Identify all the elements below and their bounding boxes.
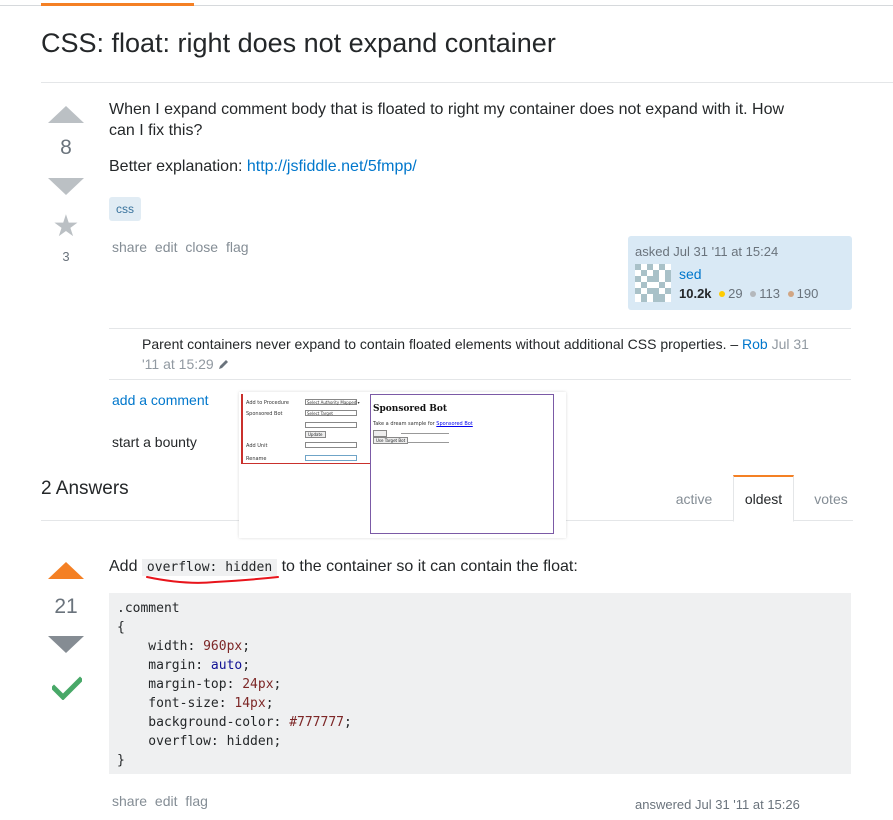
comment-bottom-divider [109,379,851,380]
comment-date-part1: Jul 31 [767,336,809,352]
sponsored-bot-title: Sponsored Bot [373,404,448,414]
owner-reputation: 10.2k 29 113 190 [679,286,818,301]
answers-count-header: 2 Answers [41,478,129,499]
owner-card: asked Jul 31 '11 at 15:24 sed 10.2k 29 1… [628,236,852,310]
bronze-badge-count: 190 [796,286,819,301]
comment: Parent containers never expand to contai… [142,334,847,374]
owner-name-link[interactable]: sed [679,266,702,282]
accepted-check-icon [52,676,82,700]
bronze-badge-icon [787,291,794,297]
start-bounty-link[interactable]: start a bounty [112,434,197,450]
popup-rule-2 [407,442,449,443]
answer-text-before: Add [109,558,142,575]
question-vote-count: 8 [60,136,72,159]
comment-text: Parent containers never expand to contai… [142,336,743,352]
popup-dropdown-2[interactable]: Select Target [305,410,357,416]
add-comment-link[interactable]: add a comment [112,392,209,408]
answer-share-link[interactable]: share [112,793,147,809]
popup-input-3[interactable] [305,442,357,448]
downvote-arrow-icon[interactable] [48,178,84,195]
favorite-count: 3 [62,249,70,264]
favorite-star-icon[interactable]: ★ [46,212,86,242]
popup-dropdown-1[interactable]: Select Authority Mapped ▾ [305,399,360,405]
answer-edit-link[interactable]: edit [155,793,178,809]
popup-label-1: Add to Procedure [246,400,290,406]
popup-form-panel: Add to Procedure Select Authority Mapped… [241,394,371,464]
gold-badge-icon [719,291,726,297]
popup-rule-1 [401,433,449,434]
answer-flag-link[interactable]: flag [185,793,208,809]
answer-inline-code: overflow: hidden [141,559,278,576]
popup-label-4: Rename [246,456,267,462]
css-code: .comment { width: 960px; margin: auto; m… [117,601,352,768]
popup-label-3: Add Unit [246,443,268,449]
upvote-arrow-icon[interactable] [48,106,84,123]
user-avatar[interactable] [635,264,671,302]
comment-author-link[interactable]: Rob [742,336,768,352]
share-link[interactable]: share [112,239,147,255]
question-post-menu: share edit close flag [112,239,253,255]
answer-text-after: to the container so it can contain the f… [277,558,578,575]
top-nav-accent [41,3,194,6]
question-body-line-2: can I fix this? [109,122,203,139]
question-title[interactable]: CSS: float: right does not expand contai… [41,28,556,59]
jsfiddle-link[interactable]: http://jsfiddle.net/5fmpp/ [247,158,417,175]
comment-date-part2: '11 at 15:29 [142,356,214,372]
asked-timestamp: asked Jul 31 '11 at 15:24 [635,244,779,259]
answered-timestamp: answered Jul 31 '11 at 15:26 [635,797,800,812]
comment-top-divider [109,328,851,329]
edit-link[interactable]: edit [155,239,178,255]
popup-update-button[interactable]: Update [305,431,326,438]
popup-description: Take a dream sample for Sponsored Bot [373,421,473,427]
close-link[interactable]: close [185,239,218,255]
popup-mini-button[interactable] [373,430,387,437]
answer-upvote-arrow-icon[interactable] [48,562,84,579]
gold-badge-count: 29 [728,286,743,301]
silver-badge-count: 113 [759,286,780,301]
flag-link[interactable]: flag [226,239,249,255]
tab-active[interactable]: active [664,477,724,521]
silver-badge-icon [750,291,757,297]
tag-css[interactable]: css [109,197,141,221]
title-divider [41,82,893,83]
answer-downvote-arrow-icon[interactable] [48,636,84,653]
popup-link[interactable]: Sponsored Bot [436,421,472,427]
tab-votes[interactable]: votes [804,477,858,521]
tab-oldest[interactable]: oldest [733,475,794,522]
sponsored-popup: Add to Procedure Select Authority Mapped… [239,392,566,538]
popup-input-4[interactable] [305,455,357,461]
answer-post-menu: share edit flag [112,793,212,809]
reputation-score: 10.2k [679,286,712,301]
popup-label-2: Sponsored Bot [246,411,283,417]
question-body-line-1: When I expand comment body that is float… [109,101,785,118]
pencil-icon[interactable] [218,358,230,370]
popup-use-target-button[interactable]: Use Target Bot [373,437,409,444]
red-underline-annotation [146,576,279,584]
explanation-label: Better explanation: [109,158,247,175]
popup-content-panel: Sponsored Bot Take a dream sample for Sp… [370,394,554,534]
code-block: .comment { width: 960px; margin: auto; m… [109,593,851,774]
question-explanation: Better explanation: http://jsfiddle.net/… [109,156,417,177]
popup-search-box[interactable] [305,422,357,428]
answer-vote-count: 21 [54,595,78,618]
